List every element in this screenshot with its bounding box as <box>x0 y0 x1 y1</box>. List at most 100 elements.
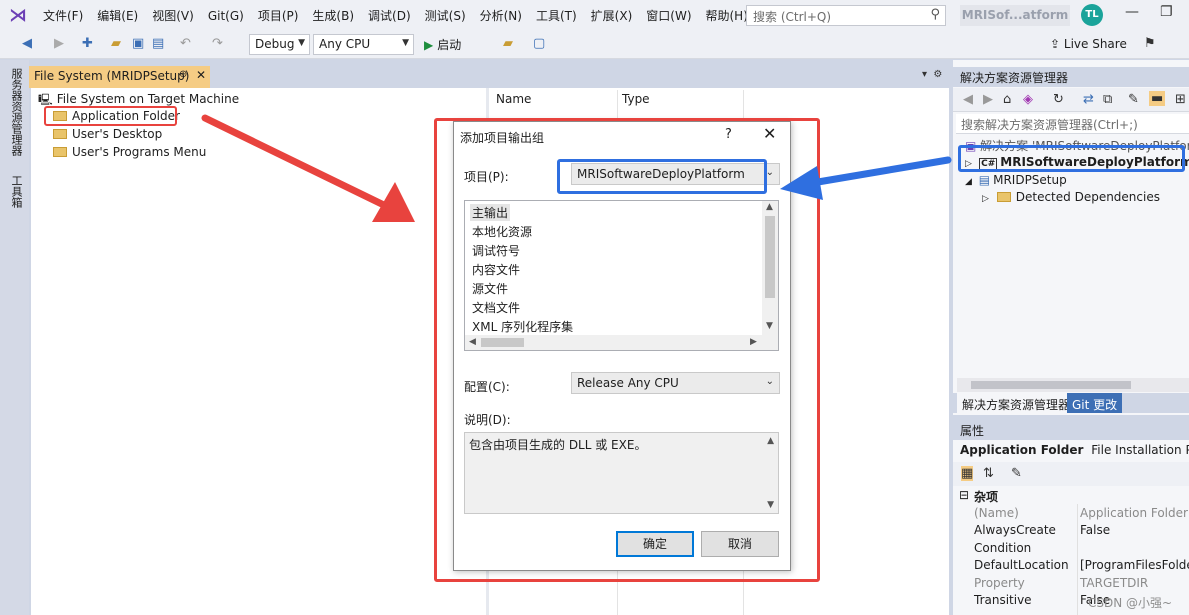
menu-file[interactable]: 文件(F) <box>36 7 90 24</box>
solution-horizontal-scrollbar[interactable] <box>957 378 1189 392</box>
open-icon[interactable]: ▰ <box>111 36 121 51</box>
properties-title: 属性 <box>953 420 1189 440</box>
menu-test[interactable]: 测试(S) <box>418 7 473 24</box>
live-share-label: Live Share <box>1063 37 1127 51</box>
menu-analyze[interactable]: 分析(N) <box>473 7 529 24</box>
tab-file-system[interactable]: File System (MRIDPSetup) ⊕ ✕ <box>29 66 210 88</box>
tree-item-label: User's Programs Menu <box>72 145 207 159</box>
forward-icon[interactable]: ▶ <box>54 36 64 51</box>
properties-object-selector[interactable]: Application Folder File Installation Pro… <box>960 443 1189 457</box>
feedback-icon[interactable]: ⚑ <box>1144 36 1156 51</box>
tab-solution-explorer[interactable]: 解决方案资源管理器 <box>957 393 1076 413</box>
property-row[interactable]: Property TARGETDIR <box>957 575 1189 592</box>
menu-view[interactable]: 视图(V) <box>145 7 201 24</box>
properties-wrench-icon[interactable]: ✎ <box>1128 92 1139 107</box>
property-pages-icon[interactable]: ✎ <box>1011 466 1022 481</box>
global-search-input[interactable]: 搜索 (Ctrl+Q) ⚲ <box>746 5 946 26</box>
minimize-icon[interactable]: — <box>1125 4 1139 20</box>
menu-git[interactable]: Git(G) <box>201 9 251 23</box>
property-key: DefaultLocation <box>974 558 1069 572</box>
menu-debug[interactable]: 调试(D) <box>361 7 418 24</box>
expand-arrow-icon: ▷ <box>982 194 989 204</box>
solution-explorer-tabs: 解决方案资源管理器 Git 更改 <box>953 393 1189 413</box>
server-explorer-tab[interactable]: 服务器资源管理器 <box>8 68 24 156</box>
tab-git-changes[interactable]: Git 更改 <box>1067 393 1123 413</box>
left-tool-strip: 服务器资源管理器 工具箱 <box>0 60 29 615</box>
back-icon[interactable]: ◀ <box>963 92 973 107</box>
save-icon[interactable]: ▣ <box>132 36 144 51</box>
menu-tools[interactable]: 工具(T) <box>529 7 584 24</box>
history-icon[interactable]: ↻ <box>1053 92 1064 107</box>
property-value: Application Folder <box>1080 506 1188 520</box>
menu-project[interactable]: 项目(P) <box>251 7 306 24</box>
show-all-files-icon[interactable]: ⊞ <box>1175 92 1186 107</box>
column-header-type[interactable]: Type <box>622 92 650 106</box>
detected-dependencies-label: Detected Dependencies <box>1015 190 1160 204</box>
preview-icon[interactable]: ▬ <box>1149 91 1166 106</box>
setup-project-icon: ▤ <box>978 173 991 187</box>
menu-edit[interactable]: 编辑(E) <box>90 7 145 24</box>
save-all-icon[interactable]: ▤ <box>152 36 164 51</box>
solution-search-input[interactable]: 搜索解决方案资源管理器(Ctrl+;) <box>956 114 1189 134</box>
column-header-name[interactable]: Name <box>496 92 531 106</box>
property-row[interactable]: AlwaysCreate False <box>957 522 1189 539</box>
solution-name-badge[interactable]: MRISof...atform <box>960 5 1070 26</box>
file-system-tree-pane <box>31 88 486 615</box>
solution-explorer-toolbar: ◀ ▶ ⌂ ◈ ↻ ⇄ ⧉ ✎ ▬ ⊞ <box>953 88 1189 112</box>
scrollbar-thumb[interactable] <box>971 381 1131 389</box>
properties-object-type: File Installation Proper <box>1091 443 1189 457</box>
close-tab-icon[interactable]: ✕ <box>196 68 206 82</box>
redo-icon[interactable]: ↷ <box>212 36 223 51</box>
property-key: AlwaysCreate <box>974 523 1056 537</box>
alphabetical-icon[interactable]: ⇅ <box>983 466 994 481</box>
forward-icon[interactable]: ▶ <box>983 92 993 107</box>
tab-title: File System (MRIDPSetup) <box>34 69 190 83</box>
search-icon: ⚲ <box>930 7 940 22</box>
new-project-icon[interactable]: ✚ <box>82 36 93 51</box>
property-row[interactable]: DefaultLocation [ProgramFilesFolder] <box>957 557 1189 574</box>
property-key: Condition <box>974 541 1032 555</box>
folder-icon[interactable]: ▰ <box>503 36 513 51</box>
restore-icon[interactable]: ❐ <box>1160 4 1173 20</box>
pin-icon[interactable]: ⊕ <box>179 69 187 80</box>
project-row-setup[interactable]: ◢ ▤ MRIDPSetup <box>965 173 1067 187</box>
property-row[interactable]: Condition <box>957 540 1189 557</box>
share-icon: ⇪ <box>1050 37 1061 51</box>
avatar[interactable]: TL <box>1081 4 1103 26</box>
property-key: Transitive <box>974 593 1032 607</box>
project-setup-label: MRIDPSetup <box>993 173 1067 187</box>
toolbox-tab[interactable]: 工具箱 <box>8 175 24 208</box>
collapse-all-icon[interactable]: ⧉ <box>1103 92 1112 107</box>
properties-category-row[interactable]: ⊟ 杂项 <box>957 487 1189 504</box>
property-key: (Name) <box>974 506 1019 520</box>
tree-item-users-programs-menu[interactable]: User's Programs Menu <box>53 145 206 159</box>
computer-icon: 🖳 <box>38 93 53 106</box>
tree-item-users-desktop[interactable]: User's Desktop <box>53 127 162 141</box>
folder-icon <box>53 147 67 157</box>
home-icon[interactable]: ⌂ <box>1003 92 1011 107</box>
categorized-icon[interactable]: ▦ <box>961 466 974 481</box>
sync-icon[interactable]: ⇄ <box>1083 92 1094 107</box>
detected-dependencies-row[interactable]: ▷ Detected Dependencies <box>982 190 1160 204</box>
properties-toolbar: ▦ ⇅ ✎ <box>953 462 1189 486</box>
collapse-box-icon: ⊟ <box>959 488 970 502</box>
properties-column-divider <box>1077 504 1078 615</box>
back-icon[interactable]: ◀ <box>22 36 32 51</box>
menu-window[interactable]: 窗口(W) <box>639 7 698 24</box>
screen-icon[interactable]: ▢ <box>533 36 545 51</box>
start-button[interactable]: ▶ 启动 <box>424 36 461 53</box>
configuration-select[interactable]: Debug ▼ <box>249 34 310 55</box>
tab-dropdown-icon[interactable]: ▾ ⚙ <box>922 69 942 80</box>
platform-value: Any CPU <box>319 37 371 51</box>
switch-views-icon[interactable]: ◈ <box>1023 92 1033 107</box>
property-row[interactable]: (Name) Application Folder <box>957 505 1189 522</box>
tree-item-label: User's Desktop <box>72 127 163 141</box>
platform-select[interactable]: Any CPU ▼ <box>313 34 414 55</box>
chevron-down-icon: ▼ <box>298 38 305 48</box>
menu-build[interactable]: 生成(B) <box>305 7 361 24</box>
menu-extensions[interactable]: 扩展(X) <box>584 7 640 24</box>
undo-icon[interactable]: ↶ <box>180 36 191 51</box>
live-share-button[interactable]: ⇪ Live Share <box>1050 37 1127 51</box>
annotation-highlight-project-row <box>958 145 1185 172</box>
collapse-arrow-icon: ◢ <box>965 177 972 187</box>
